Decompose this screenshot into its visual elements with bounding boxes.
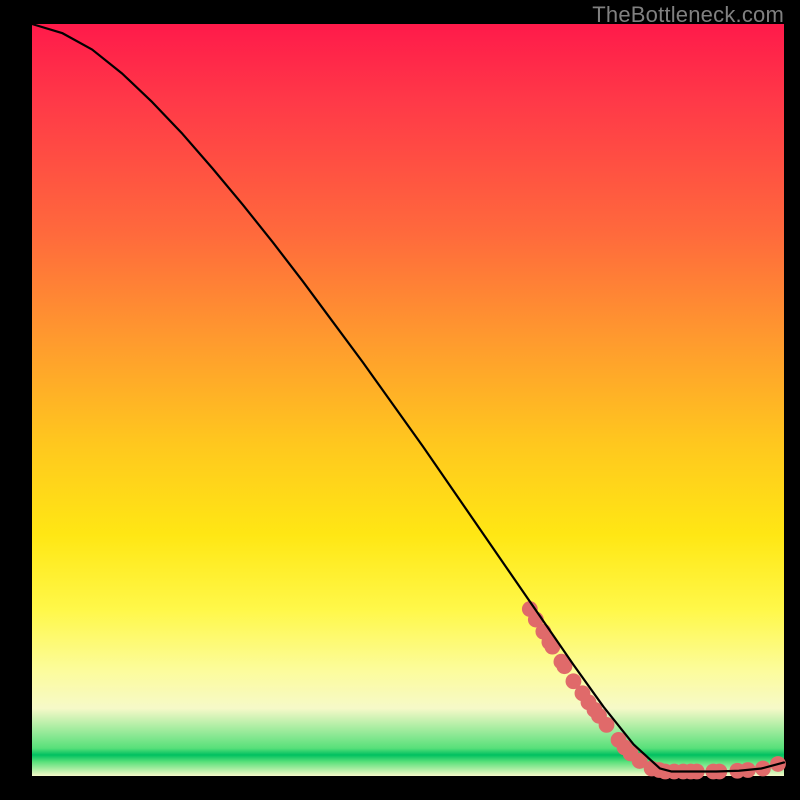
data-point	[599, 717, 615, 733]
plot-area	[32, 24, 784, 776]
data-points-group	[522, 601, 786, 779]
bottleneck-curve	[32, 24, 784, 771]
watermark-text: TheBottleneck.com	[592, 2, 784, 28]
chart-stage: TheBottleneck.com	[0, 0, 800, 800]
chart-overlay	[32, 24, 784, 776]
